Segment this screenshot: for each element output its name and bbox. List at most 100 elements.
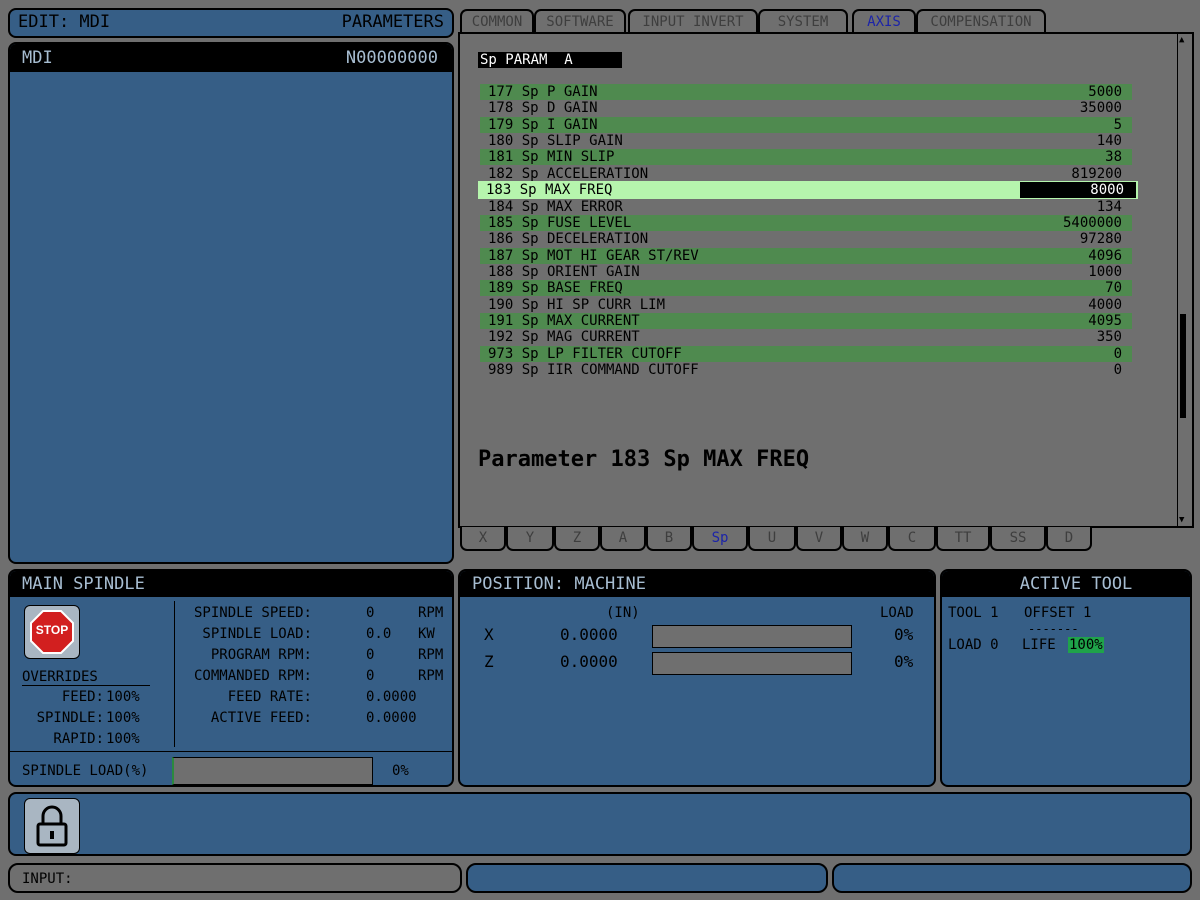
- scroll-up-arrow-icon[interactable]: ▲: [1179, 35, 1184, 45]
- readout-label: FEED RATE:: [227, 689, 312, 705]
- param-row[interactable]: 184 Sp MAX ERROR 134: [480, 199, 1132, 215]
- stop-label: STOP: [35, 623, 69, 637]
- param-label: 186 Sp DECELERATION: [488, 231, 649, 248]
- axis-tab-a[interactable]: A: [600, 527, 646, 551]
- param-row[interactable]: 192 Sp MAG CURRENT 350: [480, 329, 1132, 345]
- readout-label: ACTIVE FEED:: [210, 710, 312, 726]
- axis-tab-y[interactable]: Y: [506, 527, 554, 551]
- param-row[interactable]: 185 Sp FUSE LEVEL 5400000: [480, 214, 1132, 231]
- param-row[interactable]: 189 Sp BASE FREQ 70: [480, 280, 1132, 297]
- input-field[interactable]: INPUT:: [8, 863, 462, 893]
- param-row[interactable]: 179 Sp I GAIN 5: [480, 116, 1132, 133]
- param-row[interactable]: 187 Sp MOT HI GEAR ST/REV 4096: [480, 247, 1132, 264]
- param-row[interactable]: 188 Sp ORIENT GAIN 1000: [480, 264, 1132, 280]
- param-row[interactable]: 186 Sp DECELERATION 97280: [480, 231, 1132, 247]
- spindle-load-bar: [172, 757, 373, 785]
- param-value: 140: [1096, 133, 1122, 150]
- tab-software[interactable]: SOFTWARE: [534, 9, 626, 34]
- param-value: 4096: [1088, 247, 1122, 264]
- screen-title: PARAMETERS: [341, 12, 444, 32]
- axis-tab-u[interactable]: U: [748, 527, 796, 551]
- param-value: 1000: [1088, 263, 1122, 280]
- readout-label: SPINDLE SPEED:: [193, 605, 312, 621]
- mdi-n-code: N00000000: [345, 48, 438, 68]
- axis-tab-sp[interactable]: Sp: [692, 527, 748, 551]
- param-description: Parameter 183 Sp MAX FREQ: [478, 447, 810, 472]
- axis-tab-ss[interactable]: SS: [990, 527, 1046, 551]
- param-label: 189 Sp BASE FREQ: [488, 280, 623, 297]
- tool-life-label: LIFE: [1022, 637, 1056, 653]
- readout-unit: RPM: [418, 647, 444, 663]
- readout-label: SPINDLE LOAD:: [202, 626, 312, 642]
- param-row[interactable]: 180 Sp SLIP GAIN 140: [480, 133, 1132, 149]
- lock-button[interactable]: [24, 798, 80, 854]
- axis-tab-v[interactable]: V: [796, 527, 842, 551]
- status-field-3: [832, 863, 1192, 893]
- spindle-divider: [174, 601, 175, 747]
- axis-tab-b[interactable]: B: [646, 527, 692, 551]
- param-row[interactable]: 181 Sp MIN SLIP 38: [480, 149, 1132, 166]
- readout-label: COMMANDED RPM:: [193, 668, 312, 684]
- override-value: 100%: [106, 731, 140, 747]
- readout-unit: KW: [418, 626, 435, 642]
- param-row[interactable]: 989 Sp IIR COMMAND CUTOFF 0: [480, 362, 1132, 378]
- load-header: LOAD: [880, 605, 914, 621]
- scroll-down-arrow-icon[interactable]: ▼: [1179, 515, 1184, 525]
- param-row[interactable]: 178 Sp D GAIN 35000: [480, 100, 1132, 116]
- active-tool-title: ACTIVE TOOL: [1019, 574, 1133, 594]
- param-value: 5: [1113, 116, 1122, 133]
- message-panel: [8, 792, 1192, 856]
- param-value: 0: [1113, 345, 1122, 362]
- axis-tab-d[interactable]: D: [1046, 527, 1092, 551]
- param-row[interactable]: 191 Sp MAX CURRENT 4095: [480, 312, 1132, 329]
- param-label: 181 Sp MIN SLIP: [488, 149, 615, 166]
- param-row[interactable]: 183 Sp MAX FREQ 8000: [478, 181, 1138, 200]
- axis-tab-w[interactable]: W: [842, 527, 888, 551]
- tab-common[interactable]: COMMON: [460, 9, 534, 34]
- param-label: 192 Sp MAG CURRENT: [488, 329, 640, 346]
- spindle-load-divider: [10, 751, 452, 752]
- position-panel: POSITION: MACHINE (IN) LOAD X 0.0000 0% Z 0.…: [458, 569, 936, 787]
- param-value[interactable]: 8000: [1020, 182, 1136, 199]
- param-value: 97280: [1079, 231, 1122, 248]
- mdi-panel[interactable]: MDI N00000000: [8, 42, 454, 564]
- active-tool-header: ACTIVE TOOL: [942, 571, 1190, 597]
- param-scrollbar[interactable]: ▲ ▼: [1177, 34, 1190, 526]
- readout-label: PROGRAM RPM:: [210, 647, 312, 663]
- param-row[interactable]: 190 Sp HI SP CURR LIM 4000: [480, 297, 1132, 313]
- tab-system[interactable]: SYSTEM: [758, 9, 848, 34]
- param-value: 5400000: [1062, 214, 1122, 231]
- readout-unit: RPM: [418, 605, 444, 621]
- spindle-header: MAIN SPINDLE: [10, 571, 452, 597]
- tool-offset-underline: -------: [1028, 622, 1079, 636]
- overrides-title: OVERRIDES: [22, 669, 150, 686]
- stop-button[interactable]: STOP: [24, 605, 80, 659]
- parameter-window: Sp PARAM A 177 Sp P GAIN 5000 178 Sp D GAI…: [458, 32, 1194, 528]
- param-value: 4000: [1088, 296, 1122, 313]
- param-label: 187 Sp MOT HI GEAR ST/REV: [488, 247, 699, 264]
- tab-input-invert[interactable]: INPUT INVERT: [628, 9, 758, 34]
- tab-compensation[interactable]: COMPENSATION: [916, 9, 1046, 34]
- param-value: 0: [1113, 362, 1122, 378]
- param-row[interactable]: 182 Sp ACCELERATION 819200: [480, 166, 1132, 182]
- param-value: 819200: [1071, 165, 1122, 182]
- scroll-thumb[interactable]: [1180, 314, 1186, 418]
- axis-tab-x[interactable]: X: [460, 527, 506, 551]
- override-label: FEED:: [61, 689, 104, 705]
- readout-value: 0.0: [366, 626, 392, 642]
- param-section-header: Sp PARAM A: [478, 52, 622, 68]
- axis-tab-z[interactable]: Z: [554, 527, 600, 551]
- lock-icon: [36, 805, 68, 847]
- readout-value: 0: [366, 668, 375, 684]
- param-label: 179 Sp I GAIN: [488, 116, 598, 133]
- axis-load-bar: [652, 652, 852, 675]
- axis-tab-tt[interactable]: TT: [936, 527, 990, 551]
- active-tool-panel: ACTIVE TOOL TOOL 1 OFFSET 1 ------- LOAD…: [940, 569, 1192, 787]
- mode-label: EDIT: MDI: [18, 12, 111, 32]
- axis-tab-c[interactable]: C: [888, 527, 936, 551]
- param-row[interactable]: 973 Sp LP FILTER CUTOFF 0: [480, 345, 1132, 362]
- param-value: 350: [1096, 329, 1122, 346]
- param-value: 38: [1105, 149, 1122, 166]
- tab-axis[interactable]: AXIS: [852, 9, 916, 34]
- param-row[interactable]: 177 Sp P GAIN 5000: [480, 84, 1132, 100]
